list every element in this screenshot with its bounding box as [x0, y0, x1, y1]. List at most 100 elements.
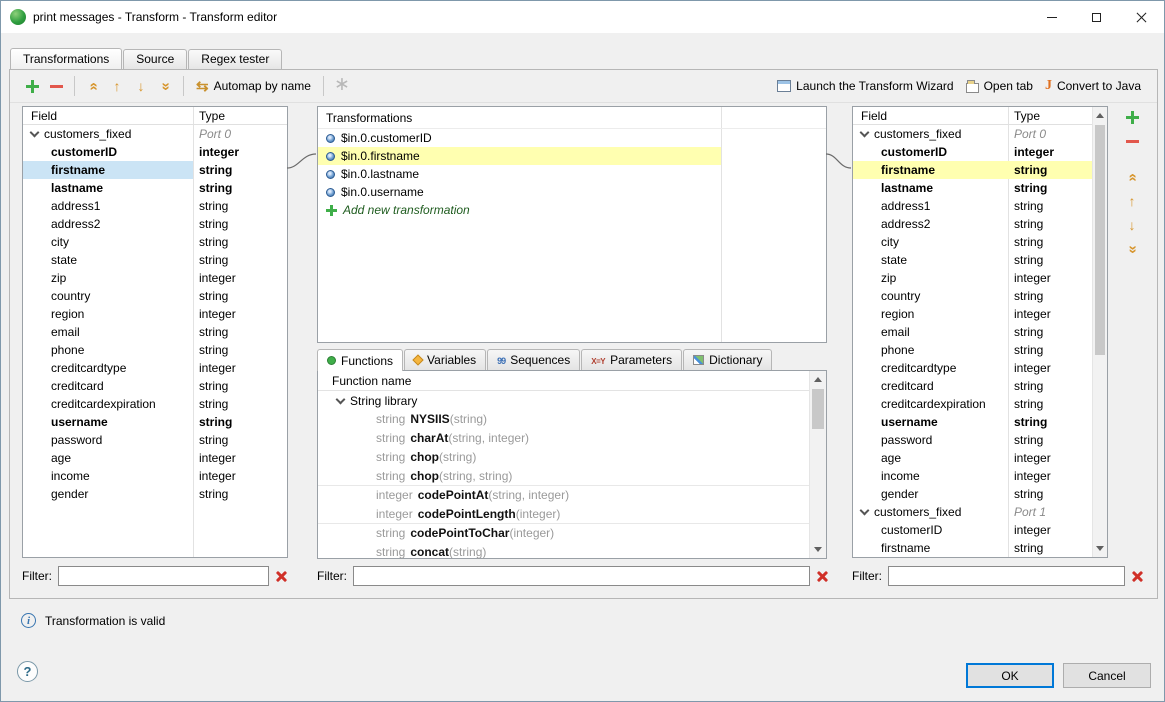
transform-item[interactable]: $in.0.username: [318, 183, 721, 201]
field-row[interactable]: zipinteger: [23, 269, 287, 287]
field-row[interactable]: regioninteger: [23, 305, 287, 323]
field-row[interactable]: regioninteger: [853, 305, 1092, 323]
field-row[interactable]: incomeinteger: [853, 467, 1092, 485]
move-field-bottom-button[interactable]: [1120, 238, 1144, 260]
help-button[interactable]: [17, 661, 38, 682]
field-row[interactable]: genderstring: [853, 485, 1092, 503]
field-row[interactable]: address2string: [853, 215, 1092, 233]
move-field-up-button[interactable]: [1120, 190, 1144, 212]
output-filter-field[interactable]: [888, 566, 1125, 586]
field-row[interactable]: creditcardstring: [23, 377, 287, 395]
field-row[interactable]: ageinteger: [853, 449, 1092, 467]
tab-parameters[interactable]: Parameters: [581, 349, 682, 370]
tab-regex-tester[interactable]: Regex tester: [188, 49, 282, 69]
field-row[interactable]: customerIDinteger: [23, 143, 287, 161]
function-row[interactable]: stringchop(string, string): [318, 467, 809, 486]
remove-button[interactable]: [44, 74, 68, 98]
function-row[interactable]: stringcharAt(string, integer): [318, 429, 809, 448]
clear-filter-icon[interactable]: [1131, 570, 1144, 583]
function-row[interactable]: integercodePointAt(string, integer): [318, 486, 809, 505]
maximize-button[interactable]: [1074, 1, 1119, 33]
extra-mapping-button[interactable]: [330, 74, 354, 98]
field-row[interactable]: address1string: [853, 197, 1092, 215]
field-row[interactable]: statestring: [853, 251, 1092, 269]
transform-item[interactable]: $in.0.firstname: [318, 147, 721, 165]
clear-filter-icon[interactable]: [275, 570, 288, 583]
scroll-down-button[interactable]: [1093, 541, 1107, 556]
input-filter-field[interactable]: [58, 566, 269, 586]
field-row[interactable]: creditcardstring: [853, 377, 1092, 395]
move-field-top-button[interactable]: [1120, 166, 1144, 188]
expander-icon[interactable]: [860, 506, 870, 516]
field-row[interactable]: passwordstring: [23, 431, 287, 449]
tab-source[interactable]: Source: [123, 49, 187, 69]
field-row[interactable]: phonestring: [853, 341, 1092, 359]
move-down-button[interactable]: [129, 74, 153, 98]
field-row[interactable]: customers_fixedPort 0: [853, 125, 1092, 143]
launch-wizard-button[interactable]: Launch the Transform Wizard: [771, 74, 959, 98]
add-field-button[interactable]: [1120, 106, 1144, 128]
scroll-up-button[interactable]: [1093, 108, 1107, 123]
output-scrollbar[interactable]: [1092, 107, 1107, 557]
field-row[interactable]: lastnamestring: [23, 179, 287, 197]
field-row[interactable]: firstnamestring: [853, 539, 1092, 557]
field-row[interactable]: countrystring: [853, 287, 1092, 305]
function-group-row[interactable]: String library: [318, 391, 826, 410]
expander-icon[interactable]: [30, 128, 40, 138]
functions-filter-field[interactable]: [353, 566, 810, 586]
field-row[interactable]: emailstring: [853, 323, 1092, 341]
field-row[interactable]: customers_fixedPort 0: [23, 125, 287, 143]
move-bottom-button[interactable]: [153, 74, 177, 98]
field-row[interactable]: address2string: [23, 215, 287, 233]
function-row[interactable]: stringcodePointToChar(integer): [318, 524, 809, 543]
field-row[interactable]: lastnamestring: [853, 179, 1092, 197]
field-row[interactable]: incomeinteger: [23, 467, 287, 485]
minimize-button[interactable]: [1029, 1, 1074, 33]
scroll-up-button[interactable]: [810, 372, 826, 387]
field-row[interactable]: citystring: [853, 233, 1092, 251]
field-row[interactable]: customerIDinteger: [853, 143, 1092, 161]
clear-filter-icon[interactable]: [816, 570, 829, 583]
field-row[interactable]: firstnamestring: [853, 161, 1092, 179]
field-row[interactable]: firstnamestring: [23, 161, 287, 179]
add-transformation-row[interactable]: Add new transformation: [318, 201, 721, 219]
scrollbar-thumb[interactable]: [812, 389, 824, 429]
function-row[interactable]: stringchop(string): [318, 448, 809, 467]
field-row[interactable]: citystring: [23, 233, 287, 251]
expander-icon[interactable]: [336, 394, 346, 404]
cancel-button[interactable]: Cancel: [1063, 663, 1151, 688]
field-row[interactable]: countrystring: [23, 287, 287, 305]
transform-item[interactable]: $in.0.customerID: [318, 129, 721, 147]
tab-variables[interactable]: Variables: [404, 349, 486, 370]
move-field-down-button[interactable]: [1120, 214, 1144, 236]
tab-functions[interactable]: Functions: [317, 349, 403, 371]
field-row[interactable]: usernamestring: [23, 413, 287, 431]
field-row[interactable]: passwordstring: [853, 431, 1092, 449]
function-row[interactable]: stringconcat(string): [318, 543, 809, 562]
tab-sequences[interactable]: Sequences: [487, 349, 580, 370]
expander-icon[interactable]: [860, 128, 870, 138]
field-row[interactable]: customerIDinteger: [853, 521, 1092, 539]
function-row[interactable]: stringNYSIIS(string): [318, 410, 809, 429]
convert-to-java-button[interactable]: Convert to Java: [1039, 74, 1147, 98]
field-row[interactable]: phonestring: [23, 341, 287, 359]
automap-button[interactable]: Automap by name: [190, 74, 317, 98]
field-row[interactable]: customers_fixedPort 1: [853, 503, 1092, 521]
function-row[interactable]: integercodePointLength(integer): [318, 505, 809, 524]
add-button[interactable]: [20, 74, 44, 98]
field-row[interactable]: address1string: [23, 197, 287, 215]
ok-button[interactable]: OK: [966, 663, 1054, 688]
field-row[interactable]: creditcardtypeinteger: [853, 359, 1092, 377]
move-up-button[interactable]: [105, 74, 129, 98]
field-row[interactable]: creditcardexpirationstring: [853, 395, 1092, 413]
move-top-button[interactable]: [81, 74, 105, 98]
tab-dictionary[interactable]: Dictionary: [683, 349, 772, 370]
transform-item[interactable]: $in.0.lastname: [318, 165, 721, 183]
field-row[interactable]: creditcardtypeinteger: [23, 359, 287, 377]
field-row[interactable]: zipinteger: [853, 269, 1092, 287]
scrollbar-thumb[interactable]: [1095, 125, 1105, 355]
tab-transformations[interactable]: Transformations: [10, 48, 122, 69]
field-row[interactable]: usernamestring: [853, 413, 1092, 431]
functions-scrollbar[interactable]: [809, 371, 826, 558]
open-tab-button[interactable]: Open tab: [960, 74, 1039, 98]
